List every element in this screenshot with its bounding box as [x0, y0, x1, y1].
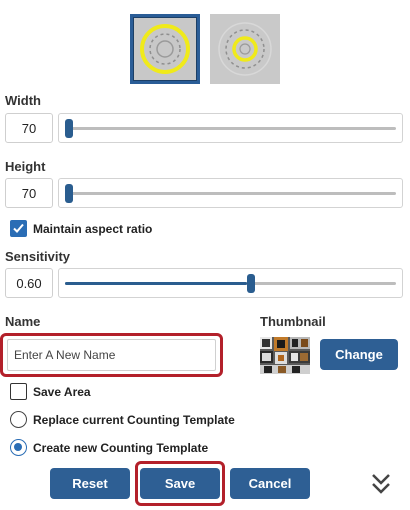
reset-button[interactable]: Reset [50, 468, 130, 499]
maintain-aspect-label: Maintain aspect ratio [33, 222, 153, 236]
change-thumbnail-button[interactable]: Change [320, 339, 398, 370]
template-option-alternate[interactable] [210, 14, 280, 84]
thumbnail-label: Thumbnail [260, 314, 326, 329]
width-label: Width [5, 93, 41, 108]
thumbnail-image [260, 337, 310, 374]
save-button[interactable]: Save [140, 468, 220, 499]
replace-template-label: Replace current Counting Template [33, 413, 235, 427]
maintain-aspect-checkbox[interactable] [10, 220, 27, 237]
height-label: Height [5, 159, 46, 174]
double-chevron-down-icon[interactable] [369, 471, 393, 497]
replace-template-radio[interactable] [10, 411, 27, 428]
sensitivity-slider-track [65, 274, 396, 293]
sensitivity-value-field[interactable]: 0.60 [5, 268, 53, 298]
width-value-field[interactable]: 70 [5, 113, 53, 143]
cancel-button[interactable]: Cancel [230, 468, 310, 499]
concentric-circle-yellow-icon [133, 17, 197, 81]
height-slider-track [65, 184, 396, 203]
save-area-checkbox[interactable] [10, 383, 27, 400]
radio-selected-dot [14, 443, 22, 451]
sensitivity-slider-fill [65, 282, 248, 285]
width-slider-thumb[interactable] [65, 119, 73, 138]
sensitivity-label: Sensitivity [5, 249, 71, 264]
sensitivity-slider-thumb[interactable] [247, 274, 256, 293]
template-option-selected[interactable] [130, 14, 200, 84]
concentric-circle-small-icon [210, 14, 280, 84]
checkmark-icon [13, 223, 24, 233]
height-slider-thumb[interactable] [65, 184, 73, 203]
create-template-label: Create new Counting Template [33, 441, 209, 455]
height-value-field[interactable]: 70 [5, 178, 53, 208]
name-label: Name [5, 314, 41, 329]
width-slider-track [65, 119, 396, 138]
save-area-label: Save Area [33, 385, 91, 399]
sensitivity-slider[interactable] [58, 268, 403, 298]
name-input[interactable] [7, 339, 216, 371]
height-slider[interactable] [58, 178, 403, 208]
create-template-radio[interactable] [10, 439, 27, 456]
width-slider[interactable] [58, 113, 403, 143]
